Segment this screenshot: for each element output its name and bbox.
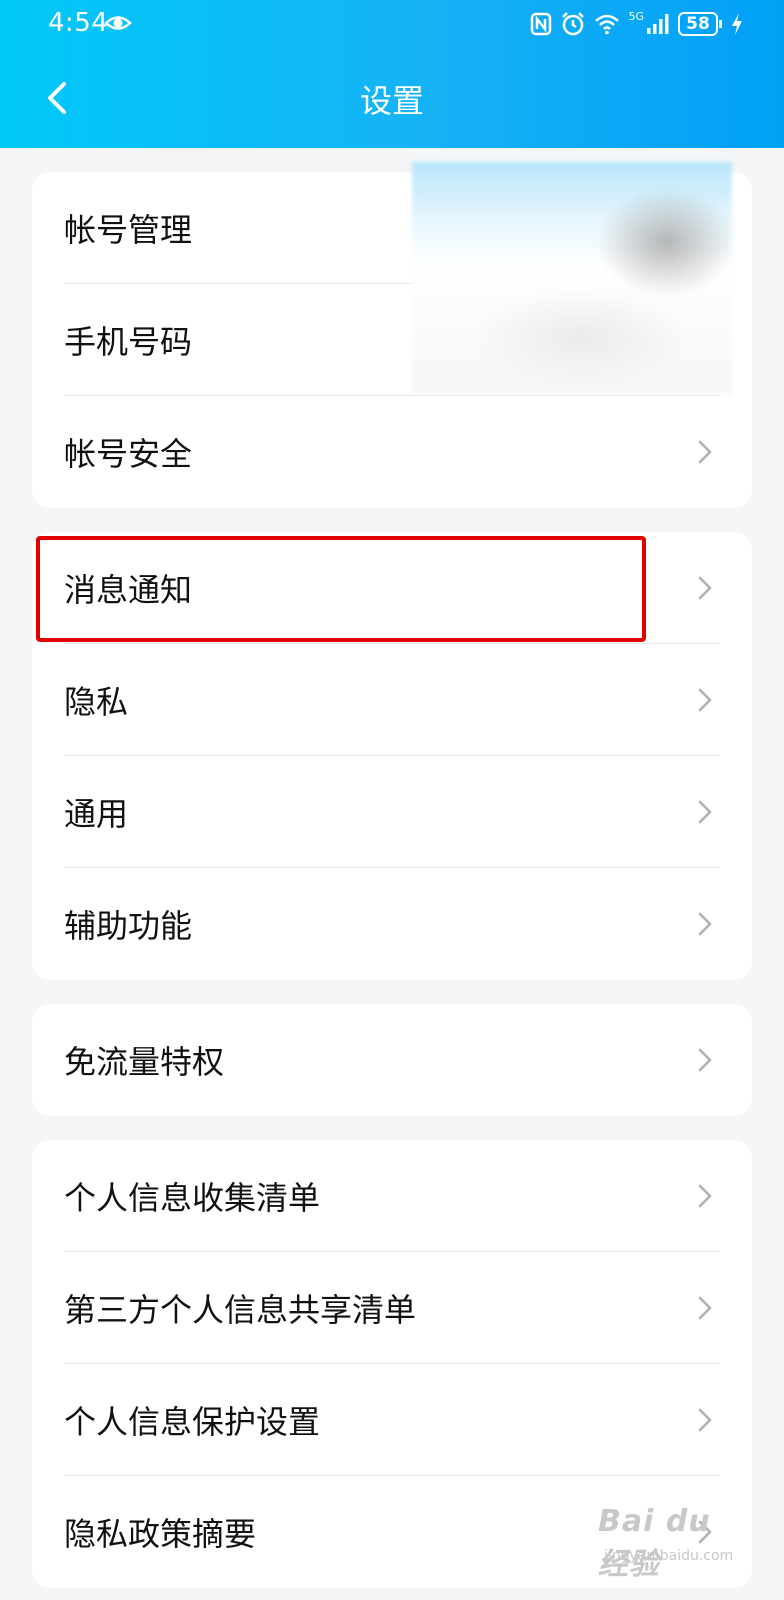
chevron-right-icon xyxy=(698,688,712,712)
settings-item-data-free-privilege[interactable]: 免流量特权 xyxy=(32,1004,752,1116)
battery-indicator: 58 xyxy=(678,12,722,36)
chevron-right-icon xyxy=(698,1408,712,1432)
chevron-right-icon xyxy=(698,1048,712,1072)
settings-item-label: 帐号管理 xyxy=(64,211,193,249)
settings-item-label: 第三方个人信息共享清单 xyxy=(64,1291,417,1329)
settings-item-label: 个人信息保护设置 xyxy=(64,1403,321,1441)
settings-item-label: 手机号码 xyxy=(64,323,193,361)
eye-icon xyxy=(104,16,132,30)
settings-item-label: 帐号安全 xyxy=(64,435,193,473)
settings-item-label: 通用 xyxy=(64,795,129,833)
watermark-logo: Bai du 经验 xyxy=(598,1504,711,1582)
settings-item-label: 免流量特权 xyxy=(64,1043,225,1081)
top-bar: 4:54 5G 58 设置 xyxy=(0,0,784,148)
nav-bar: 设置 xyxy=(0,60,784,136)
settings-item-label: 隐私政策摘要 xyxy=(64,1515,257,1553)
highlight-annotation xyxy=(36,536,646,642)
data-free-group: 免流量特权 xyxy=(32,1004,752,1116)
settings-item-account-security[interactable]: 帐号安全 xyxy=(32,396,752,508)
settings-item-info-protection-settings[interactable]: 个人信息保护设置 xyxy=(32,1364,752,1476)
settings-item-info-collection-list[interactable]: 个人信息收集清单 xyxy=(32,1140,752,1252)
chevron-right-icon xyxy=(698,1184,712,1208)
page-title: 设置 xyxy=(359,82,424,120)
watermark: Bai du 经验 jingyan.baidu.com xyxy=(598,1502,748,1582)
charging-icon xyxy=(732,13,742,35)
settings-item-privacy[interactable]: 隐私 xyxy=(32,644,752,756)
settings-item-label: 辅助功能 xyxy=(64,907,193,945)
status-icons: 5G 58 xyxy=(530,10,744,38)
network-type: 5G xyxy=(628,10,644,23)
settings-item-label: 隐私 xyxy=(64,683,129,721)
chevron-right-icon xyxy=(698,440,712,464)
status-bar: 4:54 5G 58 xyxy=(0,0,784,48)
nfc-icon xyxy=(531,12,552,36)
chevron-right-icon xyxy=(698,1296,712,1320)
settings-item-general[interactable]: 通用 xyxy=(32,756,752,868)
wifi-icon xyxy=(595,14,620,35)
signal-icon xyxy=(647,14,669,34)
blurred-region xyxy=(412,162,732,394)
settings-item-accessibility[interactable]: 辅助功能 xyxy=(32,868,752,980)
status-time: 4:54 xyxy=(48,8,109,38)
settings-item-third-party-sharing-list[interactable]: 第三方个人信息共享清单 xyxy=(32,1252,752,1364)
chevron-right-icon xyxy=(698,576,712,600)
alarm-icon xyxy=(562,12,585,36)
chevron-right-icon xyxy=(698,800,712,824)
chevron-right-icon xyxy=(698,912,712,936)
settings-item-label: 个人信息收集清单 xyxy=(64,1179,321,1217)
watermark-url: jingyan.baidu.com xyxy=(604,1548,734,1564)
